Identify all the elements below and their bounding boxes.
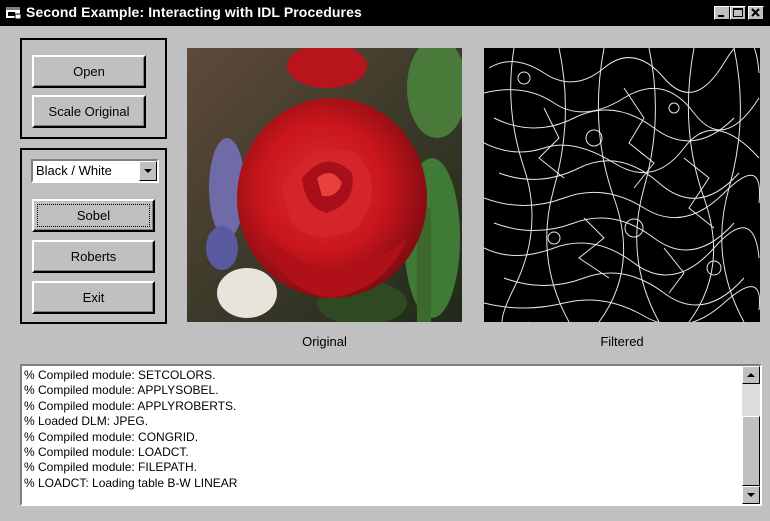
sobel-button[interactable]: Sobel <box>32 199 155 232</box>
scroll-thumb[interactable] <box>742 416 760 486</box>
log-line: % Compiled module: APPLYSOBEL. <box>24 383 219 398</box>
filtered-caption: Filtered <box>600 334 644 349</box>
focus-ring <box>37 204 150 227</box>
maximize-button[interactable] <box>730 6 746 20</box>
scroll-down-button[interactable] <box>742 486 760 504</box>
app-window-icon <box>6 6 22 20</box>
open-button[interactable]: Open <box>32 55 146 88</box>
original-image <box>187 48 462 322</box>
roberts-button-label: Roberts <box>70 249 117 264</box>
window-title: Second Example: Interacting with IDL Pro… <box>26 4 362 20</box>
exit-button[interactable]: Exit <box>32 281 155 314</box>
log-lines: % Compiled module: SETCOLORS. % Compiled… <box>24 368 734 491</box>
log-line: % Loaded DLM: JPEG. <box>24 414 149 429</box>
colortable-selected-value: Black / White <box>36 163 112 178</box>
arrow-up-icon <box>747 373 755 377</box>
chevron-down-icon <box>144 169 152 173</box>
log-line: % LOADCT: Loading table B-W LINEAR <box>24 475 238 490</box>
exit-button-label: Exit <box>82 290 105 305</box>
maximize-icon <box>733 8 743 17</box>
minimize-button[interactable] <box>714 6 730 20</box>
scale-original-button-label: Scale Original <box>48 104 130 119</box>
close-button[interactable] <box>748 6 764 20</box>
log-output[interactable]: % Compiled module: SETCOLORS. % Compiled… <box>20 364 762 506</box>
log-line: % Compiled module: LOADCT. <box>24 445 189 460</box>
filtered-image <box>484 48 760 322</box>
roberts-button[interactable]: Roberts <box>32 240 155 273</box>
original-caption: Original <box>302 334 347 349</box>
colortable-dropdown-button[interactable] <box>139 161 157 181</box>
close-icon <box>751 8 760 17</box>
log-scrollbar[interactable] <box>742 366 760 504</box>
log-line: % Compiled module: FILEPATH. <box>24 460 197 475</box>
minimize-icon <box>718 15 724 17</box>
log-line: % Compiled module: SETCOLORS. <box>24 368 216 382</box>
title-bar: Second Example: Interacting with IDL Pro… <box>0 0 770 26</box>
scale-original-button[interactable]: Scale Original <box>32 95 146 128</box>
log-line: % Compiled module: CONGRID. <box>24 429 199 444</box>
arrow-down-icon <box>747 493 755 497</box>
scroll-up-button[interactable] <box>742 366 760 384</box>
colortable-select[interactable]: Black / White <box>31 159 159 183</box>
log-line: % Compiled module: APPLYROBERTS. <box>24 398 237 413</box>
open-button-label: Open <box>73 64 105 79</box>
